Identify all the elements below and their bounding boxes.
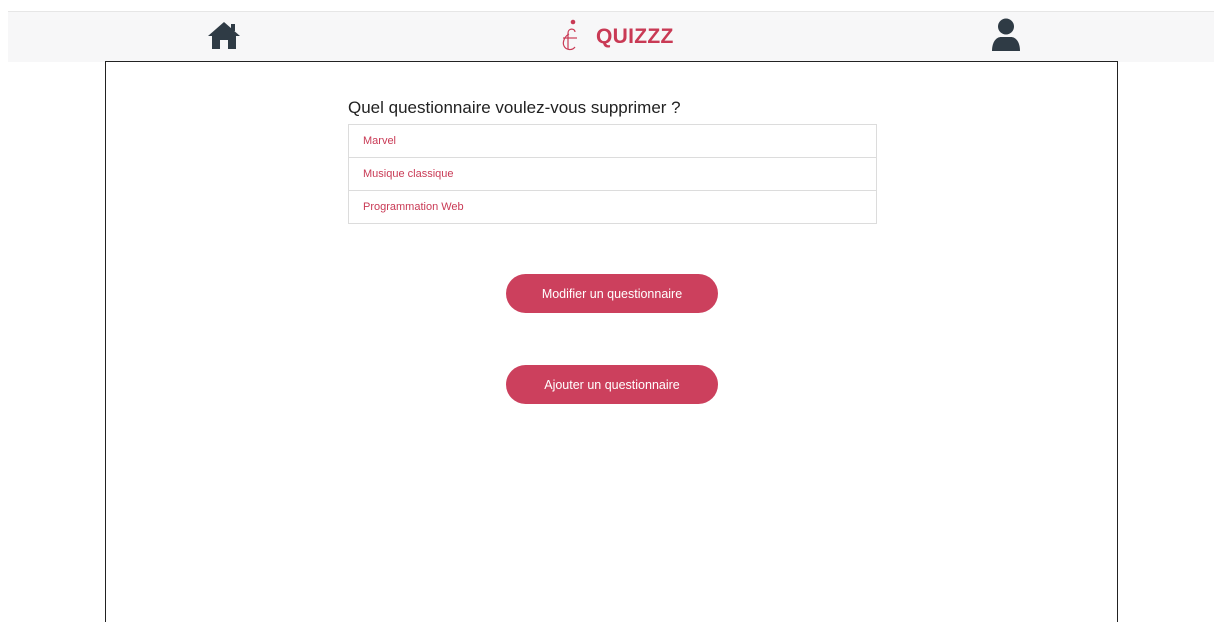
add-quiz-button[interactable]: Ajouter un questionnaire [506,365,718,404]
quiz-list: Marvel Musique classique Programmation W… [348,124,877,224]
top-navbar: QUIZZZ [8,11,1214,62]
logo-icon [560,18,582,57]
app-title: QUIZZZ [596,25,674,48]
user-button[interactable] [988,12,1024,62]
home-button[interactable] [206,12,242,62]
quiz-item-programmation-web[interactable]: Programmation Web [349,191,876,223]
page-question: Quel questionnaire voulez-vous supprimer… [348,98,681,117]
user-icon [991,18,1021,57]
home-icon [207,20,241,55]
modify-quiz-button[interactable]: Modifier un questionnaire [506,274,718,313]
brand[interactable]: QUIZZZ [560,12,674,62]
quiz-item-marvel[interactable]: Marvel [349,125,876,158]
quiz-item-musique-classique[interactable]: Musique classique [349,158,876,191]
